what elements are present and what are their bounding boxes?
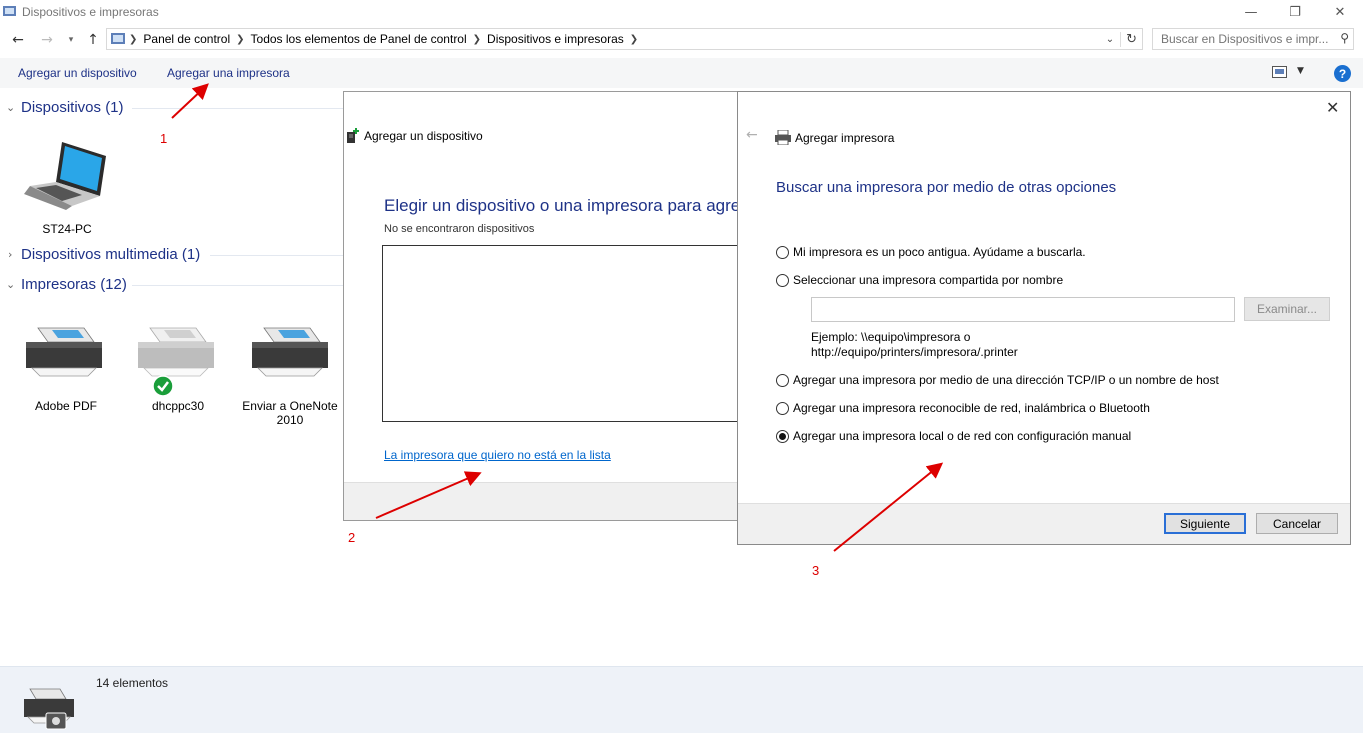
help-button[interactable]: ? xyxy=(1334,65,1351,82)
option-shared-by-name[interactable]: Seleccionar una impresora compartida por… xyxy=(776,271,1063,289)
no-devices-message: No se encontraron dispositivos xyxy=(384,223,535,235)
annotation-number: 1 xyxy=(160,131,168,146)
option-tcp-ip[interactable]: Agregar una impresora por medio de una d… xyxy=(776,371,1219,389)
device-list[interactable] xyxy=(382,245,744,422)
maximize-button[interactable]: ❐ xyxy=(1272,0,1318,24)
title-bar: Dispositivos e impresoras — ❐ ✕ xyxy=(0,0,1363,24)
add-device-button[interactable]: Agregar un dispositivo xyxy=(18,66,137,80)
item-count: 14 elementos xyxy=(96,676,169,690)
view-dropdown-icon[interactable]: ▼ xyxy=(1297,66,1304,76)
back-arrow-icon[interactable]: ← xyxy=(746,127,758,143)
command-bar: Agregar un dispositivo Agregar una impre… xyxy=(0,58,1363,88)
browse-button[interactable]: Examinar... xyxy=(1244,297,1330,321)
close-window-button[interactable]: ✕ xyxy=(1317,0,1363,24)
chevron-right-icon[interactable]: › xyxy=(8,248,12,261)
dialog-footer xyxy=(344,482,742,520)
radio-button[interactable] xyxy=(776,273,789,287)
dialog-heading: Buscar una impresora por medio de otras … xyxy=(776,179,1117,196)
search-icon[interactable]: ⚲ xyxy=(1340,31,1349,45)
printer-icon[interactable] xyxy=(248,320,332,380)
option-old-printer[interactable]: Mi impresora es un poco antigua. Ayúdame… xyxy=(776,243,1086,261)
group-header-devices[interactable]: Dispositivos (1) xyxy=(21,99,124,116)
radio-button-selected[interactable] xyxy=(776,429,789,443)
annotation-number: 2 xyxy=(348,530,356,545)
add-printer-dialog: ✕ ← Agregar impresora Buscar una impreso… xyxy=(737,91,1351,545)
view-options-icon[interactable] xyxy=(1272,66,1288,79)
dialog-title: Agregar impresora xyxy=(795,131,895,145)
address-row: ← → ▾ ↑ ❯ Panel de control ❯ Todos los e… xyxy=(0,28,1363,52)
add-device-dialog: Agregar un dispositivo Elegir un disposi… xyxy=(343,91,744,521)
radio-button[interactable] xyxy=(776,245,789,259)
breadcrumb-item[interactable]: Panel de control xyxy=(139,32,234,46)
example-text: Ejemplo: \\equipo\impresora o http://equ… xyxy=(811,330,1018,359)
group-header-printers[interactable]: Impresoras (12) xyxy=(21,276,127,293)
chevron-down-icon[interactable]: ⌄ xyxy=(6,278,15,291)
add-device-icon xyxy=(347,128,359,143)
refresh-icon[interactable]: ↻ xyxy=(1120,31,1142,47)
recent-chevron-icon[interactable]: ▾ xyxy=(61,30,81,50)
devices-printers-icon xyxy=(24,688,74,730)
up-arrow-icon[interactable]: ↑ xyxy=(83,30,103,50)
control-panel-icon xyxy=(111,33,125,44)
minimize-button[interactable]: — xyxy=(1228,0,1274,24)
group-divider xyxy=(132,108,343,109)
close-icon[interactable]: ✕ xyxy=(1326,98,1339,117)
group-divider xyxy=(210,255,343,256)
printer-not-listed-link[interactable]: La impresora que quiero no está en la li… xyxy=(384,448,611,462)
printer-label[interactable]: dhcppc30 xyxy=(134,399,222,413)
control-panel-icon xyxy=(3,6,16,16)
window-title: Dispositivos e impresoras xyxy=(22,5,159,19)
printer-icon[interactable] xyxy=(22,320,106,380)
printer-icon[interactable] xyxy=(134,320,218,380)
breadcrumb-item[interactable]: Todos los elementos de Panel de control xyxy=(247,32,471,46)
search-box[interactable]: ⚲ xyxy=(1152,28,1354,50)
radio-button[interactable] xyxy=(776,373,789,387)
default-checkmark-icon xyxy=(152,375,174,397)
device-label[interactable]: ST24-PC xyxy=(28,222,106,236)
forward-arrow-icon[interactable]: → xyxy=(37,30,57,50)
printer-label[interactable]: Enviar a OneNote 2010 xyxy=(240,399,340,427)
add-printer-button[interactable]: Agregar una impresora xyxy=(167,66,290,80)
chevron-down-icon[interactable]: ⌄ xyxy=(6,101,15,114)
address-bar[interactable]: ❯ Panel de control ❯ Todos los elementos… xyxy=(106,28,1143,50)
address-dropdown-icon[interactable]: ⌄ xyxy=(1100,34,1120,45)
back-arrow-icon[interactable]: ← xyxy=(8,30,28,50)
printer-icon xyxy=(775,130,791,145)
annotation-arrow xyxy=(171,83,209,119)
next-button[interactable]: Siguiente xyxy=(1164,513,1246,534)
dialog-title: Agregar un dispositivo xyxy=(364,129,483,143)
laptop-icon[interactable] xyxy=(22,138,108,210)
search-input[interactable] xyxy=(1153,29,1333,49)
radio-button[interactable] xyxy=(776,401,789,415)
group-divider xyxy=(132,285,343,286)
cancel-button[interactable]: Cancelar xyxy=(1256,513,1338,534)
option-manual-config[interactable]: Agregar una impresora local o de red con… xyxy=(776,427,1131,445)
breadcrumb-item[interactable]: Dispositivos e impresoras xyxy=(483,32,628,46)
dialog-heading: Elegir un dispositivo o una impresora pa… xyxy=(384,196,741,215)
group-header-multimedia[interactable]: Dispositivos multimedia (1) xyxy=(21,246,200,263)
option-network-wireless[interactable]: Agregar una impresora reconocible de red… xyxy=(776,399,1150,417)
status-bar: 14 elementos xyxy=(0,666,1363,733)
shared-printer-name-input[interactable] xyxy=(811,297,1235,322)
annotation-number: 3 xyxy=(812,563,820,578)
printer-label[interactable]: Adobe PDF xyxy=(22,399,110,413)
